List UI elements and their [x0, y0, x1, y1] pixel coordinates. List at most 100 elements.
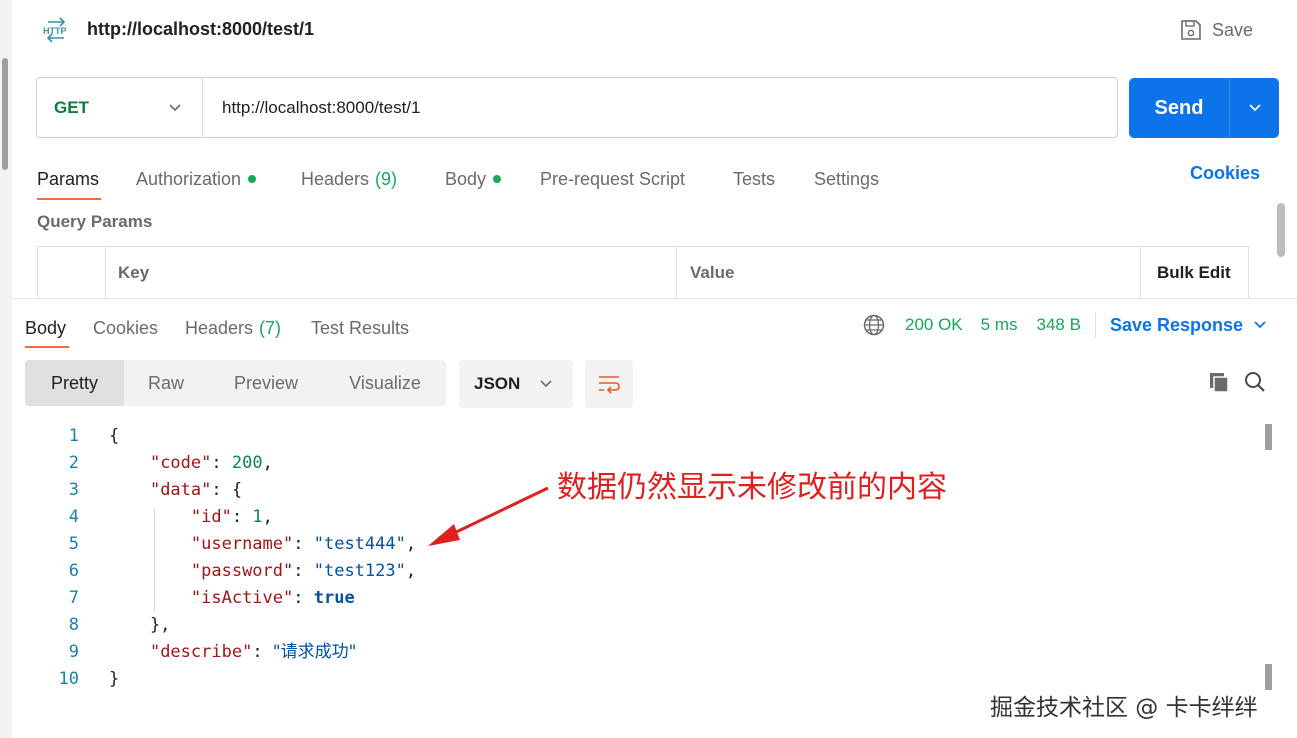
- send-options-button[interactable]: [1230, 78, 1279, 138]
- json-value: "test123": [313, 561, 406, 581]
- format-pretty[interactable]: Pretty: [25, 360, 124, 406]
- language-select[interactable]: JSON: [459, 360, 573, 408]
- status-dot: [248, 175, 257, 183]
- globe-icon[interactable]: [862, 313, 886, 337]
- line-number: 6: [68, 561, 79, 581]
- tab-tests[interactable]: Tests: [733, 160, 775, 198]
- tab-response-cookies-label: Cookies: [93, 317, 159, 338]
- chevron-down-icon: [169, 103, 181, 111]
- annotation-text: 数据仍然显示未修改前的内容: [557, 470, 947, 505]
- line-number: 9: [68, 642, 79, 662]
- line-number: 8: [68, 615, 79, 635]
- left-scrollbar-thumb[interactable]: [2, 58, 8, 170]
- pane-divider[interactable]: [12, 298, 1297, 299]
- status-dot: [493, 175, 502, 183]
- method-select[interactable]: GET: [37, 78, 203, 137]
- chevron-down-icon: [1248, 104, 1261, 112]
- chevron-down-icon: [540, 380, 552, 388]
- format-raw[interactable]: Raw: [124, 360, 208, 406]
- format-options: Pretty Raw Preview Visualize: [25, 360, 446, 406]
- tab-response-cookies[interactable]: Cookies: [93, 310, 158, 346]
- query-params-title: Query Params: [37, 212, 153, 231]
- request-title-bar: HTTP http://localhost:8000/test/1 Save: [12, 0, 1297, 62]
- editor-scrollbar-thumb[interactable]: [1265, 424, 1272, 450]
- tab-response-body-label: Body: [25, 317, 67, 338]
- cookies-link[interactable]: Cookies: [1190, 163, 1260, 184]
- copy-icon[interactable]: [1207, 370, 1231, 394]
- save-response-button[interactable]: Save Response: [1110, 315, 1267, 336]
- tab-response-body[interactable]: Body: [25, 310, 70, 348]
- save-label: Save: [1212, 19, 1254, 40]
- editor-scrollbar-thumb[interactable]: [1265, 664, 1272, 690]
- json-key: "data": [149, 480, 212, 500]
- json-key: "describe": [149, 642, 253, 662]
- tab-settings-label: Settings: [814, 168, 880, 189]
- tab-prerequest-script[interactable]: Pre-request Script: [540, 160, 685, 198]
- tab-authorization-label: Authorization: [136, 168, 242, 189]
- annotation-arrow-icon: [428, 486, 549, 546]
- code-text: "password": "test123",: [190, 561, 417, 581]
- tab-params[interactable]: Params: [37, 160, 102, 200]
- bulk-edit-button[interactable]: Bulk Edit: [1157, 263, 1231, 283]
- wrap-lines-icon: [599, 376, 620, 394]
- tab-response-headers[interactable]: Headers (7): [185, 310, 281, 346]
- tab-test-results-label: Test Results: [311, 317, 410, 338]
- save-response-label: Save Response: [1109, 314, 1244, 335]
- tab-authorization[interactable]: Authorization: [136, 160, 257, 198]
- json-key: "password": [190, 561, 294, 581]
- column-divider: [1140, 247, 1141, 299]
- format-preview[interactable]: Preview: [208, 360, 324, 406]
- tab-tests-label: Tests: [733, 168, 776, 189]
- tab-body[interactable]: Body: [445, 160, 502, 198]
- tab-headers[interactable]: Headers (9): [301, 160, 397, 198]
- format-visualize[interactable]: Visualize: [324, 360, 446, 406]
- send-button[interactable]: Send: [1129, 78, 1229, 138]
- brace: }: [109, 669, 120, 689]
- json-value: "test444": [313, 534, 406, 554]
- method-label: GET: [54, 97, 89, 117]
- response-size[interactable]: 348 B: [1037, 315, 1081, 335]
- tab-prerequest-label: Pre-request Script: [540, 168, 686, 189]
- json-value: "请求成功": [272, 642, 357, 662]
- send-button-group: Send: [1129, 78, 1279, 138]
- request-scrollbar-thumb[interactable]: [1277, 203, 1285, 257]
- column-header-key: Key: [118, 263, 150, 282]
- json-key: "username": [190, 534, 294, 554]
- left-scrollbar[interactable]: [0, 0, 12, 738]
- query-params-table: Key Value Bulk Edit: [37, 246, 1249, 299]
- code-text: },: [109, 615, 171, 635]
- json-key: "id": [190, 507, 232, 527]
- tab-body-label: Body: [445, 168, 487, 189]
- save-button[interactable]: Save: [1180, 14, 1253, 46]
- tab-settings[interactable]: Settings: [814, 160, 879, 198]
- request-title[interactable]: http://localhost:8000/test/1: [87, 19, 314, 40]
- tab-params-label: Params: [37, 168, 100, 189]
- url-input[interactable]: [203, 78, 1117, 137]
- search-icon[interactable]: [1243, 370, 1267, 394]
- http-icon: HTTP: [43, 17, 67, 43]
- watermark: 掘金技术社区 @ 卡卡绊绊: [990, 695, 1258, 721]
- json-key: "code": [149, 453, 212, 473]
- save-icon: [1181, 20, 1201, 40]
- response-time[interactable]: 5 ms: [981, 315, 1018, 335]
- wrap-lines-button[interactable]: [585, 360, 633, 408]
- line-number: 4: [68, 507, 79, 527]
- json-value: 200: [231, 453, 263, 473]
- tab-response-headers-label: Headers: [185, 317, 254, 338]
- code-text: "username": "test444",: [190, 534, 417, 554]
- json-value: true: [313, 588, 355, 608]
- json-value: 1: [252, 507, 263, 527]
- line-number: 3: [68, 480, 79, 500]
- json-key: "isActive": [190, 588, 294, 608]
- status-code[interactable]: 200 OK: [905, 315, 963, 335]
- line-number: 10: [58, 669, 79, 689]
- tab-test-results[interactable]: Test Results: [311, 310, 409, 346]
- line-number: 5: [68, 534, 79, 554]
- line-number: 1: [68, 426, 79, 446]
- code-text: "code": 200,: [149, 453, 273, 473]
- column-divider: [676, 247, 677, 299]
- code-text: "data": {: [149, 480, 243, 500]
- response-status-bar: 200 OK 5 ms 348 B Save Response: [862, 312, 1267, 338]
- line-number: 7: [68, 588, 79, 608]
- request-bar: GET: [36, 77, 1118, 138]
